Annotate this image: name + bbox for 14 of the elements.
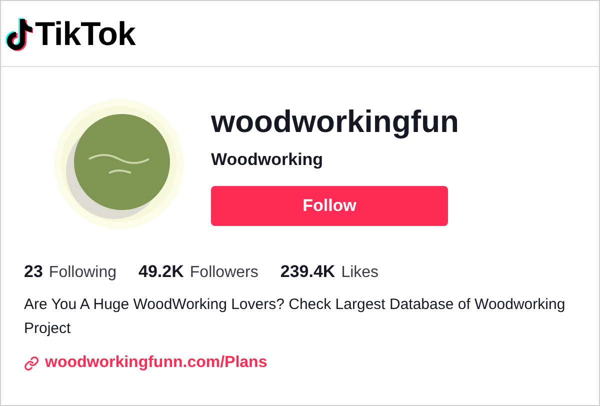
stat-count: 23 [24, 261, 43, 283]
stat-label: Following [48, 263, 117, 283]
display-name: Woodworking [211, 149, 324, 171]
stat-count: 239.4K [280, 261, 336, 283]
stat-count: 49.2K [138, 261, 184, 283]
logo-text: TikTok [35, 17, 136, 50]
bio-text: Are You A Huge WoodWorking Lovers? Check Largest Database of Woodworking Project [23, 295, 566, 339]
music-note-icon [5, 16, 33, 50]
username: woodworkingfun [211, 103, 459, 141]
stat-label: Followers [190, 263, 258, 283]
stat-label: Likes [341, 263, 379, 283]
follow-button[interactable]: Follow [211, 186, 448, 226]
link-icon [24, 356, 39, 370]
profile-link[interactable]: woodworkingfunn.com/Plans [45, 351, 268, 375]
